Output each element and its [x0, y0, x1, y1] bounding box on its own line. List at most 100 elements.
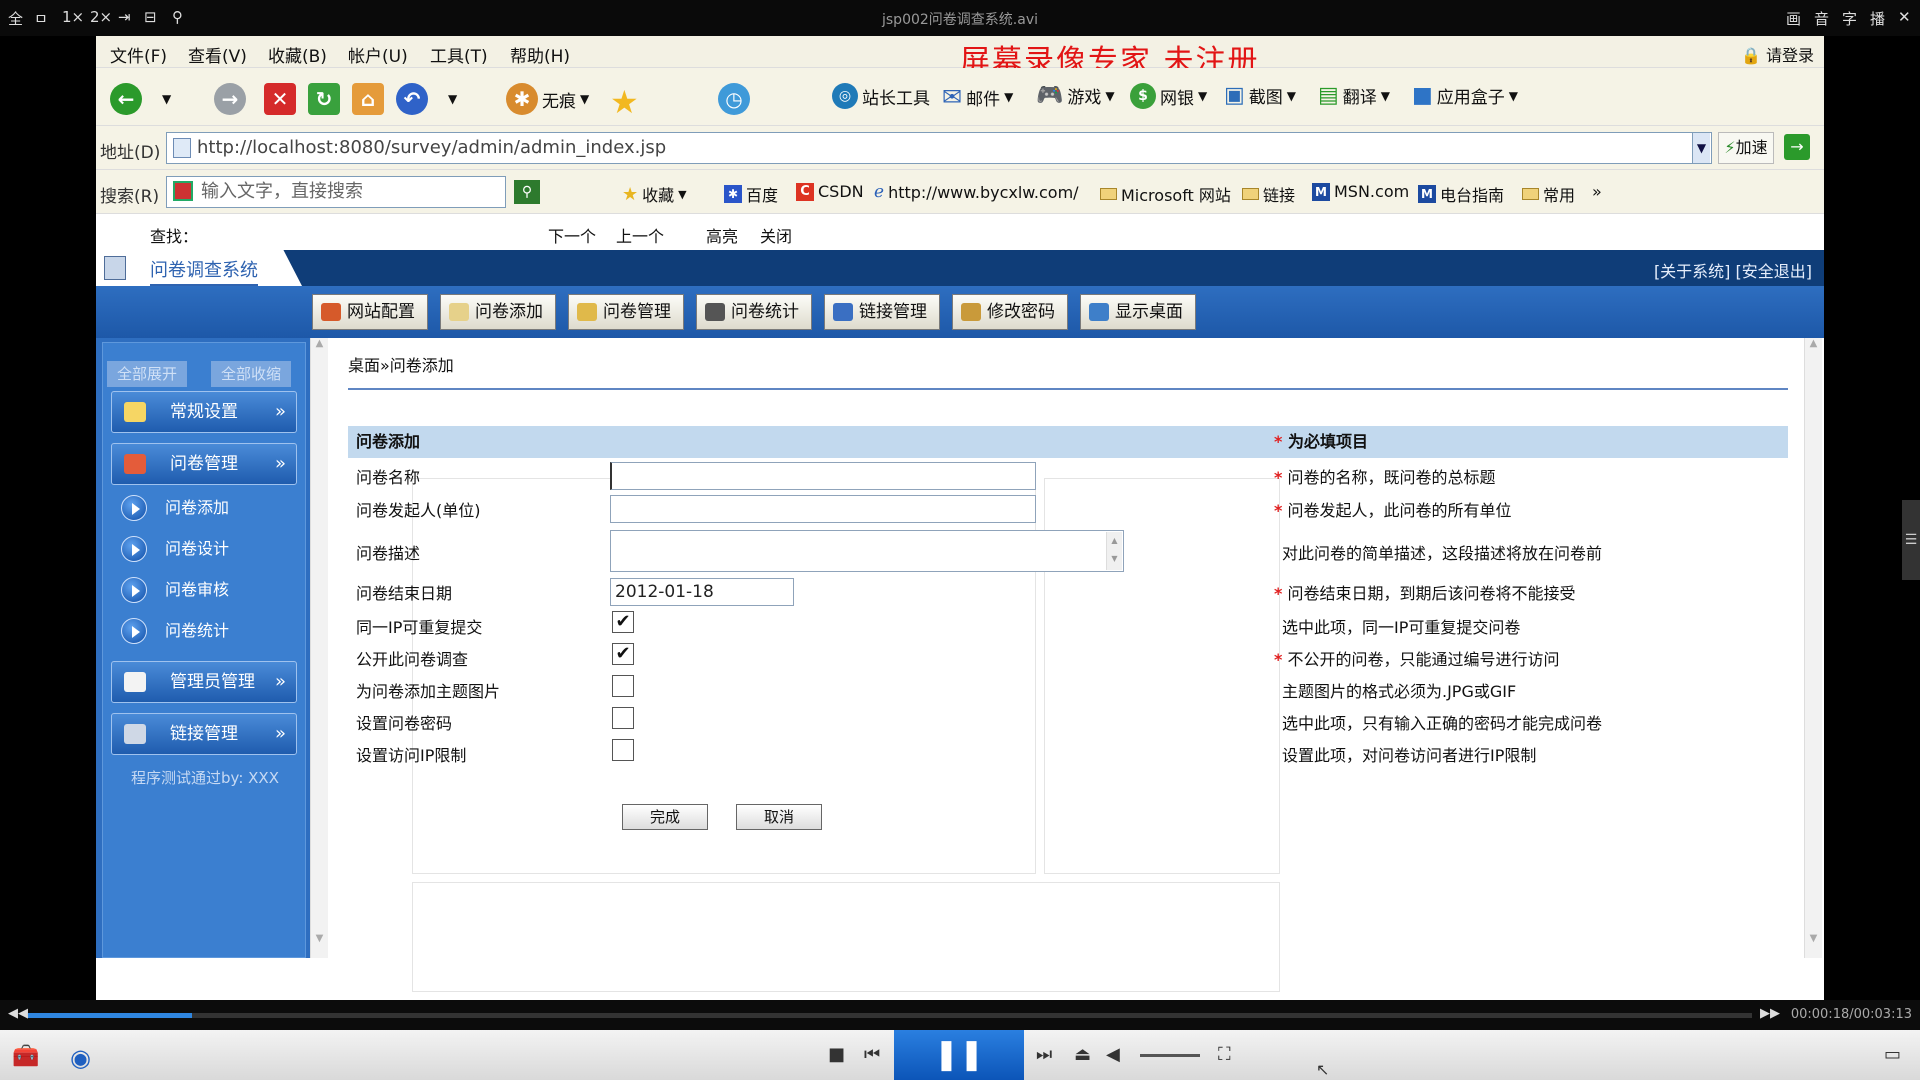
favorite-radio[interactable]: M 电台指南: [1418, 182, 1504, 206]
eject-icon[interactable]: ⏏: [1074, 1044, 1091, 1065]
undo-dropdown-icon[interactable]: ▼: [448, 92, 457, 106]
picture-setting[interactable]: 画: [1786, 8, 1801, 29]
favorite-common[interactable]: 常用: [1522, 182, 1575, 206]
pause-button[interactable]: ❚❚: [894, 1030, 1024, 1080]
scroll-down-icon[interactable]: ▼: [311, 933, 328, 944]
favorite-microsoft[interactable]: Microsoft 网站: [1100, 182, 1231, 206]
webmaster-tools-button[interactable]: ◎ 站长工具: [832, 83, 930, 109]
eye-icon[interactable]: ◉: [70, 1044, 91, 1072]
netbank-button[interactable]: $ 网银 ▼: [1130, 83, 1207, 109]
games-button[interactable]: 🎮 游戏 ▼: [1036, 83, 1115, 108]
sidebar-section-survey[interactable]: 问卷管理 »: [111, 443, 297, 485]
toolbox-icon[interactable]: 🧰: [12, 1044, 39, 1069]
close-icon[interactable]: ✕: [1898, 8, 1911, 26]
favorites-menu[interactable]: ★ 收藏 ▼: [622, 182, 687, 206]
ip-limit-checkbox[interactable]: [612, 739, 634, 761]
favorite-csdn[interactable]: C CSDN: [796, 182, 864, 201]
audio-setting[interactable]: 音: [1814, 8, 1829, 29]
stop-icon[interactable]: ■: [828, 1044, 845, 1065]
expand-all-button[interactable]: 全部展开: [107, 361, 187, 387]
volume-slider[interactable]: [1140, 1054, 1200, 1057]
submit-button[interactable]: 完成: [622, 804, 708, 830]
stop-button[interactable]: ✕: [264, 83, 296, 115]
nav-change-password[interactable]: 修改密码: [952, 294, 1068, 330]
menu-favorites[interactable]: 收藏(B): [268, 42, 327, 67]
description-textarea[interactable]: [610, 530, 1124, 572]
repeat-ip-checkbox[interactable]: ✔: [612, 611, 634, 633]
scroll-up-icon[interactable]: ▲: [1805, 338, 1822, 349]
menu-file[interactable]: 文件(F): [110, 42, 167, 67]
menu-help[interactable]: 帮助(H): [510, 42, 570, 67]
textarea-scrollbar[interactable]: ▲ ▼: [1106, 532, 1122, 570]
password-checkbox[interactable]: [612, 707, 634, 729]
find-prev-button[interactable]: 上一个: [616, 223, 664, 247]
sidebar-section-admin[interactable]: 管理员管理 »: [111, 661, 297, 703]
next-icon[interactable]: ⏭: [1036, 1044, 1052, 1065]
fit-screen-icon[interactable]: ⛶: [1218, 1044, 1231, 1065]
nav-show-desktop[interactable]: 显示桌面: [1080, 294, 1196, 330]
url-dropdown-icon[interactable]: ▼: [1692, 133, 1710, 163]
url-input[interactable]: http://localhost:8080/survey/admin/admin…: [166, 132, 1712, 164]
speed-dial-button[interactable]: ◷: [718, 83, 750, 115]
mail-button[interactable]: ✉ 邮件 ▼: [942, 83, 1013, 111]
forward-button[interactable]: →: [214, 83, 246, 115]
previous-icon[interactable]: ⏮: [864, 1044, 880, 1065]
initiator-input[interactable]: [610, 495, 1036, 523]
window-mode-icon[interactable]: ▭: [1884, 1044, 1901, 1065]
back-dropdown-icon[interactable]: ▼: [162, 92, 171, 106]
theme-image-checkbox[interactable]: [612, 675, 634, 697]
volume-icon[interactable]: ◀: [1106, 1044, 1120, 1065]
favorite-baidu[interactable]: ✱ 百度: [724, 182, 778, 206]
scroll-up-icon[interactable]: ▲: [311, 338, 328, 349]
favorites-more-icon[interactable]: »: [1592, 182, 1602, 201]
search-icon[interactable]: ⚲: [514, 180, 540, 204]
header-links[interactable]: [关于系统] [安全退出]: [1654, 258, 1812, 282]
nav-survey-manage[interactable]: 问卷管理: [568, 294, 684, 330]
sidebar-item-survey-review[interactable]: 问卷审核: [117, 575, 229, 605]
menu-account[interactable]: 帐户(U): [348, 42, 408, 67]
refresh-button[interactable]: ↻: [308, 83, 340, 115]
cancel-button[interactable]: 取消: [736, 804, 822, 830]
find-close-button[interactable]: 关闭: [760, 223, 792, 247]
sidebar-section-links[interactable]: 链接管理 »: [111, 713, 297, 755]
back-button[interactable]: ← ▼: [110, 83, 171, 115]
nav-site-config[interactable]: 网站配置: [312, 294, 428, 330]
end-date-input[interactable]: 2012-01-18: [610, 578, 794, 606]
rewind-icon[interactable]: ◀◀: [8, 1006, 28, 1021]
favorite-bycxlw[interactable]: ℯ http://www.bycxlw.com/: [874, 182, 1079, 202]
sidebar-item-survey-add[interactable]: 问卷添加: [117, 493, 229, 523]
find-highlight-button[interactable]: 高亮: [706, 223, 738, 247]
app-box-button[interactable]: ■ 应用盒子 ▼: [1412, 83, 1518, 108]
screenshot-button[interactable]: ▣ 截图 ▼: [1224, 83, 1296, 108]
nav-link-manage[interactable]: 链接管理: [824, 294, 940, 330]
go-icon[interactable]: →: [1784, 134, 1810, 160]
sidebar-item-survey-design[interactable]: 问卷设计: [117, 534, 229, 564]
incognito-button[interactable]: ✱ 无痕 ▼: [506, 83, 589, 115]
sidebar-section-general[interactable]: 常规设置 »: [111, 391, 297, 433]
playback-setting[interactable]: 播: [1870, 8, 1885, 29]
favorite-links[interactable]: 链接: [1242, 182, 1295, 206]
sidebar-item-survey-stats[interactable]: 问卷统计: [117, 616, 229, 646]
survey-name-input[interactable]: [610, 462, 1036, 490]
menu-view[interactable]: 查看(V): [188, 42, 247, 67]
undo-button[interactable]: ↶ ▼: [396, 83, 457, 115]
fast-forward-icon[interactable]: ▶▶: [1760, 1006, 1780, 1021]
favorite-star-button[interactable]: ★: [610, 83, 639, 121]
public-checkbox[interactable]: ✔: [612, 643, 634, 665]
content-scrollbar[interactable]: ▲ ▼: [1804, 338, 1822, 958]
favorite-msn[interactable]: M MSN.com: [1312, 182, 1409, 201]
search-engine-icon[interactable]: [173, 181, 193, 201]
nav-survey-add[interactable]: 问卷添加: [440, 294, 556, 330]
home-button[interactable]: ⌂: [352, 83, 384, 115]
subtitle-setting[interactable]: 字: [1842, 8, 1857, 29]
sidebar-scrollbar[interactable]: ▲ ▼: [310, 338, 328, 958]
login-link[interactable]: 🔒 请登录: [1741, 42, 1814, 66]
translate-button[interactable]: ▤ 翻译 ▼: [1318, 83, 1390, 108]
find-next-button[interactable]: 下一个: [548, 223, 596, 247]
scroll-down-icon[interactable]: ▼: [1805, 933, 1822, 944]
search-input[interactable]: 输入文字，直接搜索: [166, 176, 506, 208]
menu-tools[interactable]: 工具(T): [430, 42, 488, 67]
speedup-button[interactable]: ⚡加速: [1718, 132, 1774, 164]
nav-survey-stats[interactable]: 问卷统计: [696, 294, 812, 330]
seek-track[interactable]: [28, 1013, 1752, 1018]
